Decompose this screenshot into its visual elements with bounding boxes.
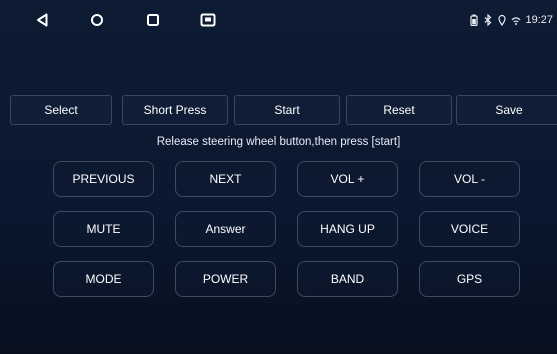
reset-button[interactable]: Reset bbox=[346, 95, 452, 125]
location-icon bbox=[497, 13, 507, 27]
key-answer-button[interactable]: Answer bbox=[175, 211, 276, 247]
key-voice-button[interactable]: VOICE bbox=[419, 211, 520, 247]
screenshot-icon[interactable] bbox=[200, 12, 216, 28]
recents-icon[interactable] bbox=[145, 12, 161, 28]
key-mode-button[interactable]: MODE bbox=[53, 261, 154, 297]
clock: 19:27 bbox=[525, 14, 553, 26]
key-next-button[interactable]: NEXT bbox=[175, 161, 276, 197]
steering-wheel-learning-screen: 19:27 Select Short Press Start Reset Sav… bbox=[0, 0, 557, 354]
key-previous-button[interactable]: PREVIOUS bbox=[53, 161, 154, 197]
status-bar: 19:27 bbox=[0, 0, 557, 40]
key-vol-up-button[interactable]: VOL + bbox=[297, 161, 398, 197]
status-area: 19:27 bbox=[469, 12, 553, 28]
action-toolbar: Select Short Press Start Reset Save bbox=[10, 95, 557, 125]
home-icon[interactable] bbox=[89, 12, 105, 28]
bluetooth-icon bbox=[483, 13, 493, 27]
back-icon[interactable] bbox=[34, 12, 50, 28]
battery-icon bbox=[469, 13, 479, 27]
start-button[interactable]: Start bbox=[234, 95, 340, 125]
key-vol-down-button[interactable]: VOL - bbox=[419, 161, 520, 197]
key-gps-button[interactable]: GPS bbox=[419, 261, 520, 297]
key-hang-up-button[interactable]: HANG UP bbox=[297, 211, 398, 247]
instruction-text: Release steering wheel button,then press… bbox=[156, 136, 401, 148]
key-mute-button[interactable]: MUTE bbox=[53, 211, 154, 247]
select-button[interactable]: Select bbox=[10, 95, 112, 125]
wifi-icon bbox=[511, 13, 521, 27]
save-button[interactable]: Save bbox=[456, 95, 557, 125]
key-band-button[interactable]: BAND bbox=[297, 261, 398, 297]
key-power-button[interactable]: POWER bbox=[175, 261, 276, 297]
short-press-button[interactable]: Short Press bbox=[122, 95, 228, 125]
